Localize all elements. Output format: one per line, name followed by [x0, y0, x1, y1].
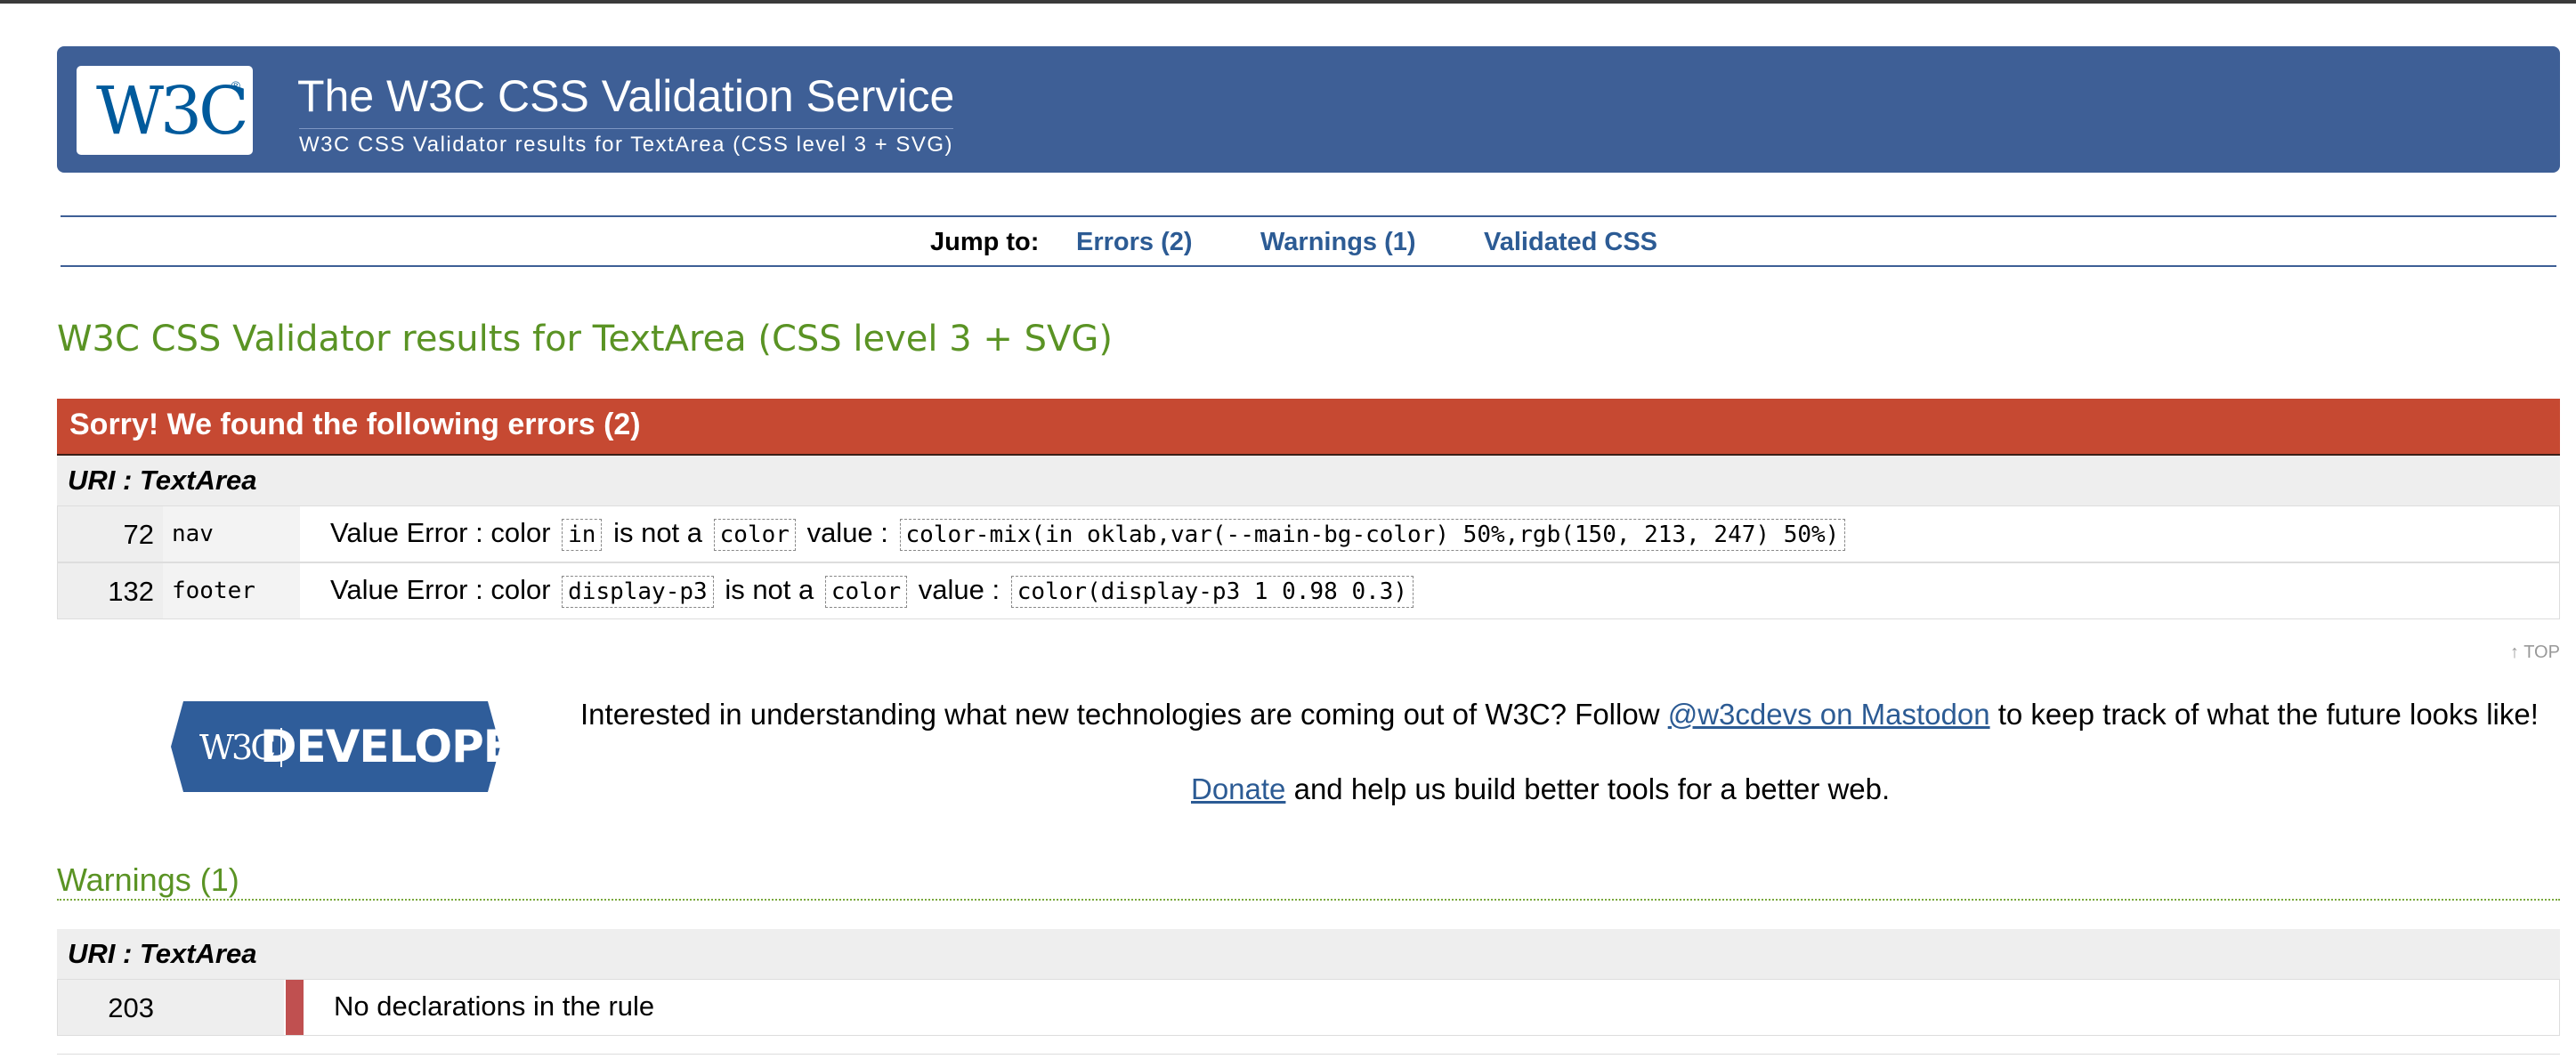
warnings-uri-label: URI : TextArea — [68, 938, 257, 969]
errors-uri-bar: URI : TextArea — [57, 456, 2560, 505]
warning-message: No declarations in the rule — [334, 990, 655, 1022]
context-cell — [163, 980, 284, 1035]
badge-developers-text: DEVELOPERS — [260, 721, 578, 772]
line-number: 132 — [58, 563, 163, 618]
warning-level-marker — [286, 980, 304, 1035]
code-value: color(display-p3 1 0.98 0.3) — [1010, 576, 1414, 608]
w3c-logo-text: W3C — [96, 73, 249, 150]
error-row: 132 footer Value Error : color display-p… — [57, 562, 2560, 619]
context-cell: footer — [163, 563, 300, 618]
w3c-developers-badge[interactable]: W3C DEVELOPERS — [171, 701, 578, 792]
error-message: Value Error : color in is not a color va… — [330, 517, 1849, 551]
jump-label: Jump to: — [930, 228, 1040, 256]
mastodon-link[interactable]: @w3cdevs on Mastodon — [1668, 698, 1990, 731]
jump-link-warnings[interactable]: Warnings (1) — [1260, 228, 1416, 257]
jump-link-validated-css[interactable]: Validated CSS — [1484, 228, 1657, 257]
w3c-logo[interactable]: W3C ® — [77, 66, 253, 155]
header-banner: W3C ® The W3C CSS Validation Service W3C… — [57, 46, 2560, 173]
top-link[interactable]: ↑ TOP — [2510, 643, 2560, 663]
code-value: display-p3 — [562, 576, 714, 608]
donate-link[interactable]: Donate — [1191, 772, 1285, 805]
bottom-divider — [57, 1054, 2560, 1055]
results-heading: W3C CSS Validator results for TextArea (… — [57, 319, 1113, 360]
line-number: 72 — [58, 506, 163, 562]
context-cell: nav — [163, 506, 300, 562]
top-border — [0, 0, 2576, 4]
code-value: color-mix(in oklab,var(--main-bg-color) … — [899, 519, 1846, 551]
errors-uri-label: URI : TextArea — [68, 465, 257, 496]
code-value: color — [713, 519, 796, 551]
mastodon-promo: Interested in understanding what new tec… — [580, 698, 2539, 731]
jump-link-errors[interactable]: Errors (2) — [1076, 228, 1193, 257]
line-number: 203 — [58, 980, 163, 1035]
code-value: color — [824, 576, 908, 608]
warnings-heading: Warnings (1) — [57, 861, 239, 898]
warning-row: 203 No declarations in the rule — [57, 979, 2560, 1036]
warnings-divider — [57, 899, 2560, 901]
code-value: in — [562, 519, 603, 551]
registered-mark: ® — [231, 78, 240, 93]
error-message: Value Error : color display-p3 is not a … — [330, 574, 1417, 608]
warnings-uri-bar: URI : TextArea — [57, 929, 2560, 979]
jump-nav: Jump to: Errors (2) Warnings (1) Validat… — [61, 215, 2556, 267]
donate-promo: Donate and help us build better tools fo… — [1191, 772, 1891, 805]
page-title: The W3C CSS Validation Service — [297, 71, 955, 121]
error-row: 72 nav Value Error : color in is not a c… — [57, 505, 2560, 562]
errors-header: Sorry! We found the following errors (2) — [57, 399, 2560, 456]
page-subtitle: W3C CSS Validator results for TextArea (… — [299, 128, 954, 158]
errors-header-text: Sorry! We found the following errors (2) — [69, 408, 641, 441]
